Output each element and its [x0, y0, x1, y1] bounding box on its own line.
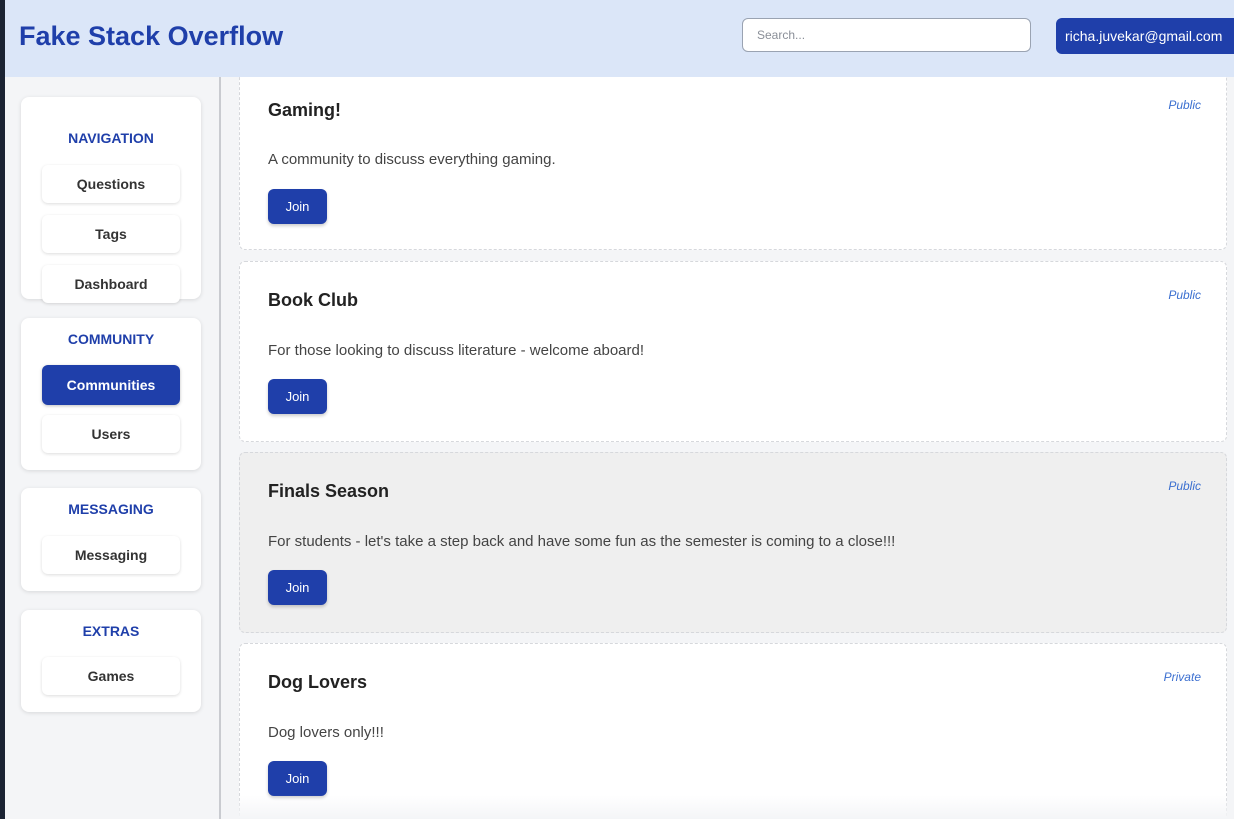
sidebar-item-questions[interactable]: Questions: [42, 165, 180, 203]
join-button[interactable]: Join: [268, 379, 327, 414]
community-visibility-badge: Public: [1168, 479, 1201, 493]
community-card-book-club: Book Club Public For those looking to di…: [239, 261, 1227, 442]
sidebar-item-communities[interactable]: Communities: [42, 365, 180, 405]
nav-group-messaging: MESSAGING Messaging: [21, 488, 201, 591]
nav-group-title: NAVIGATION: [68, 130, 154, 146]
nav-group-community: COMMUNITY Communities Users: [21, 318, 201, 470]
sidebar-item-messaging[interactable]: Messaging: [42, 536, 180, 574]
community-card-finals-season: Finals Season Public For students - let'…: [239, 452, 1227, 633]
sidebar-item-users[interactable]: Users: [42, 415, 180, 453]
community-visibility-badge: Public: [1168, 98, 1201, 112]
scroll-fade: [221, 795, 1234, 819]
community-description: A community to discuss everything gaming…: [268, 151, 556, 168]
community-description: Dog lovers only!!!: [268, 724, 384, 741]
search-input[interactable]: [742, 18, 1031, 52]
community-name: Finals Season: [268, 481, 390, 501]
community-name: Gaming!: [268, 100, 342, 120]
join-button[interactable]: Join: [268, 761, 327, 796]
user-account-button[interactable]: richa.juvekar@gmail.com: [1056, 18, 1234, 54]
top-header: Fake Stack Overflow richa.juvekar@gmail.…: [5, 0, 1234, 77]
community-description: For students - let's take a step back an…: [268, 533, 896, 550]
communities-list: Gaming! Public A community to discuss ev…: [221, 77, 1234, 819]
community-card-gaming: Gaming! Public A community to discuss ev…: [239, 77, 1227, 250]
nav-group-title: MESSAGING: [68, 501, 154, 517]
nav-group-extras: EXTRAS Games: [21, 610, 201, 712]
sidebar-item-dashboard[interactable]: Dashboard: [42, 265, 180, 303]
join-button[interactable]: Join: [268, 570, 327, 605]
app-window: Fake Stack Overflow richa.juvekar@gmail.…: [5, 0, 1234, 819]
community-visibility-badge: Public: [1168, 288, 1201, 302]
community-card-dog-lovers: Dog Lovers Private Dog lovers only!!! Jo…: [239, 643, 1227, 819]
nav-group-navigation: NAVIGATION Questions Tags Dashboard: [21, 97, 201, 303]
sidebar-item-games[interactable]: Games: [42, 657, 180, 695]
nav-group-title: COMMUNITY: [67, 331, 155, 347]
sidebar: NAVIGATION Questions Tags Dashboard COMM…: [5, 77, 221, 819]
join-button[interactable]: Join: [268, 189, 327, 224]
community-description: For those looking to discuss literature …: [268, 342, 645, 359]
community-visibility-badge: Private: [1163, 670, 1201, 684]
sidebar-item-tags[interactable]: Tags: [42, 215, 180, 253]
community-name: Book Club: [268, 290, 358, 310]
app-title: Fake Stack Overflow: [19, 21, 284, 51]
community-name: Dog Lovers: [268, 672, 368, 692]
nav-group-title: EXTRAS: [82, 623, 140, 639]
